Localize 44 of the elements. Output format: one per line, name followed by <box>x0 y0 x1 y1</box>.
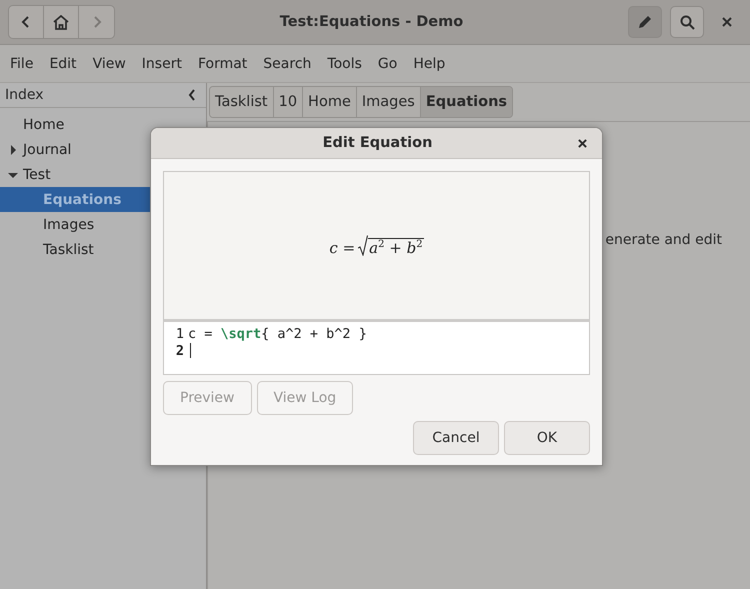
path-button[interactable]: Home <box>303 87 357 117</box>
path-button[interactable]: Tasklist <box>210 87 274 117</box>
close-icon <box>578 138 586 148</box>
tree-item[interactable]: Journal <box>0 137 206 162</box>
dialog-title: Edit Equation <box>322 135 434 151</box>
pencil-icon <box>638 15 652 29</box>
text-cursor <box>190 343 191 358</box>
path-button[interactable]: Images <box>356 87 421 117</box>
code-text: { a^2 + b^2 } <box>261 326 367 342</box>
menu-item[interactable]: Help <box>405 56 454 72</box>
menu-item[interactable]: View <box>84 56 134 72</box>
edit-button[interactable] <box>628 6 662 38</box>
back-button[interactable] <box>9 6 44 38</box>
search-button[interactable] <box>670 6 704 38</box>
line-number: 2 <box>174 342 185 358</box>
line-number: 1 <box>174 326 185 342</box>
menu-item[interactable]: Format <box>190 56 256 72</box>
code-editor[interactable]: 1 c = \sqrt{ a^2 + b^2 } 2 <box>163 322 590 375</box>
path-button[interactable]: Equations <box>420 87 512 117</box>
menu-item[interactable]: Tools <box>319 56 370 72</box>
ok-button[interactable]: OK <box>504 421 590 455</box>
tree-item[interactable]: Test <box>0 162 206 187</box>
cancel-button[interactable]: Cancel <box>413 421 499 455</box>
equation-radicand: a$^{2}$ + b$^{2}$ <box>368 238 424 256</box>
home-icon <box>53 14 69 30</box>
close-icon <box>722 17 732 27</box>
latex-command: \sqrt <box>220 326 262 342</box>
sidebar-title: Index <box>5 87 44 103</box>
menu-item[interactable]: Edit <box>41 56 85 72</box>
menu-item[interactable]: Search <box>255 56 320 72</box>
code-text: c = <box>188 326 214 342</box>
collapse-icon[interactable] <box>188 89 196 101</box>
window-title: Test:Equations - Demo <box>278 14 464 30</box>
menu-item[interactable]: File <box>2 56 42 72</box>
menu-item[interactable]: Insert <box>134 56 190 72</box>
collapsed-arrow-icon[interactable] <box>8 144 18 154</box>
tree-item[interactable]: Home <box>0 112 206 137</box>
search-icon <box>680 14 694 30</box>
radical-sign-icon <box>358 234 368 256</box>
page-text: enerate and edit <box>605 232 722 250</box>
path-button[interactable]: 10 <box>274 87 304 117</box>
equation-lhs: c = <box>329 238 356 256</box>
menu-item[interactable]: Go <box>370 56 406 72</box>
home-button[interactable] <box>44 6 79 38</box>
